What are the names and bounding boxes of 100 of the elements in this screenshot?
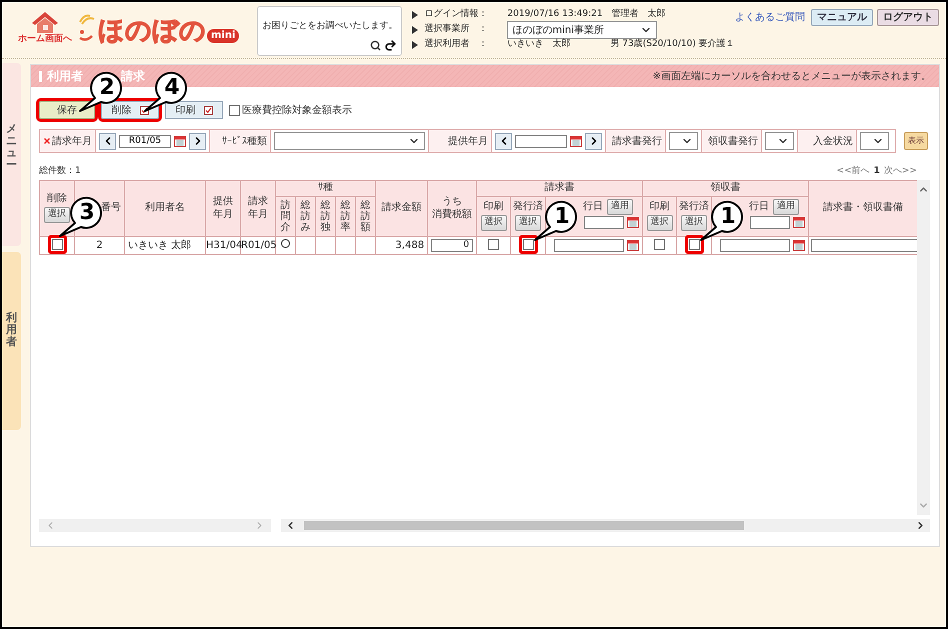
column-header: 総訪独 — [320, 200, 330, 232]
select-field[interactable] — [765, 132, 794, 150]
side-tab[interactable]: 利用者 — [2, 252, 21, 430]
panel-title: 請求 — [121, 68, 145, 85]
column-header: 番号 — [101, 202, 122, 214]
horizontal-scrollbar[interactable] — [281, 518, 930, 532]
checkbox[interactable] — [688, 239, 700, 250]
column-header: 訪問介 — [280, 200, 290, 232]
next-month-button[interactable] — [189, 132, 206, 150]
small-button[interactable]: 適用 — [773, 198, 800, 214]
month-input[interactable]: R01/05 — [119, 134, 171, 148]
checkbox[interactable] — [522, 239, 534, 250]
logout-button[interactable]: ログアウト — [876, 9, 939, 26]
side-tab[interactable]: メニュー — [2, 63, 21, 246]
small-button[interactable]: 適用 — [607, 198, 634, 214]
column-header: 行日 — [749, 200, 770, 212]
panel-title: 利用者 — [47, 68, 83, 85]
checkbox[interactable] — [229, 104, 240, 116]
column-header: 年月 — [213, 209, 233, 220]
select-field[interactable] — [274, 132, 425, 150]
cross-icon — [44, 138, 50, 144]
date-input[interactable] — [750, 216, 790, 228]
filter-label: ｻｰﾋﾞｽ種類 — [221, 134, 268, 148]
month-input[interactable] — [515, 134, 567, 148]
bullet-icon — [412, 41, 418, 49]
column-header: 請求 — [248, 196, 268, 207]
filter-label: 請求書発行 — [611, 134, 663, 148]
date-input[interactable] — [584, 216, 624, 228]
select-field[interactable] — [669, 132, 698, 150]
prev-month-button[interactable] — [99, 132, 116, 150]
pagination-link[interactable]: 次へ>> — [884, 165, 917, 178]
column-group-header: 請求書 — [544, 182, 575, 194]
small-button[interactable]: 選択 — [646, 214, 673, 231]
calendar-icon[interactable] — [793, 240, 806, 250]
column-header: 行日 — [583, 200, 604, 212]
bullet-icon — [412, 11, 418, 19]
search-field[interactable]: お困りごとをお調べいたします。 — [257, 6, 402, 56]
column-header: 請求書・領収書備 — [823, 202, 904, 214]
table-cell: H31/04 — [206, 240, 242, 250]
vertical-scrollbar[interactable] — [917, 180, 930, 514]
bullet-icon — [412, 26, 418, 34]
date-input[interactable] — [720, 238, 790, 252]
home-button[interactable]: ホーム画面へ — [20, 10, 70, 44]
table-cell: 3,488 — [395, 240, 424, 250]
save-button[interactable]: 保存 — [39, 101, 95, 119]
checkbox[interactable] — [654, 239, 666, 250]
checkbox-button[interactable]: 印刷 — [165, 101, 223, 119]
calendar-icon[interactable] — [627, 216, 640, 228]
calendar-icon[interactable] — [793, 216, 806, 228]
small-button[interactable]: 選択 — [515, 214, 542, 231]
date-input[interactable] — [554, 238, 624, 252]
column-group-header: ｻ種 — [318, 182, 334, 194]
search-icon[interactable] — [370, 40, 382, 51]
show-button[interactable]: 表示 — [904, 132, 928, 150]
column-header: 削除 — [47, 193, 67, 205]
redo-arrow-icon[interactable] — [384, 39, 398, 52]
checkbox-label: 医療費控除対象金額表示 — [242, 104, 352, 118]
logo: ほのぼの — [98, 18, 206, 44]
column-header: 消費税額 — [432, 209, 472, 220]
checkbox[interactable] — [52, 239, 62, 250]
select-field[interactable] — [860, 132, 889, 150]
column-group-header: 領収書 — [710, 182, 741, 194]
tax-input[interactable]: 0 — [431, 238, 474, 252]
logo-badge: mini — [207, 29, 240, 43]
pagination-link[interactable]: 1 — [874, 165, 880, 178]
column-header: 印刷 — [484, 201, 504, 213]
pagination-link[interactable]: <<前へ — [836, 165, 870, 178]
small-button[interactable]: 選択 — [681, 214, 708, 231]
calendar-icon[interactable] — [627, 240, 640, 250]
total-count: 総件数：1 — [39, 165, 81, 178]
horizontal-scrollbar[interactable] — [39, 518, 271, 532]
info-value: いきいき 太郎 — [507, 38, 570, 52]
column-header: 発行済 — [679, 201, 710, 213]
column-header: 総訪み — [300, 200, 310, 232]
column-header: 総訪額 — [360, 200, 371, 232]
next-month-button[interactable] — [585, 132, 602, 150]
small-button[interactable]: 選択 — [44, 206, 70, 223]
checkbox[interactable] — [488, 239, 500, 250]
scrollbar-thumb[interactable] — [304, 520, 744, 530]
menu-hint: ※画面左端にカーソルを合わせるとメニューが表示されます。 — [652, 70, 931, 84]
manual-button[interactable]: マニュアル — [810, 9, 873, 26]
column-header: 印刷 — [650, 201, 670, 213]
remarks-input[interactable] — [811, 238, 917, 252]
calendar-icon[interactable] — [570, 136, 582, 146]
checkbox-button[interactable]: 削除 — [101, 101, 159, 119]
select-field[interactable]: ほのぼのmini事業所 — [507, 21, 658, 39]
table-cell: R01/05 — [241, 240, 277, 250]
faq-link[interactable]: よくあるご質問 — [734, 10, 805, 25]
column-header: 提供 — [213, 196, 233, 207]
calendar-icon[interactable] — [174, 136, 186, 146]
column-header: 年月 — [248, 209, 268, 220]
table-cell: 2 — [96, 240, 103, 250]
column-header: 請求金額 — [382, 202, 422, 214]
info-value: 2019/07/16 13:49:21 管理者 太郎 — [507, 8, 666, 22]
column-header: 利用者名 — [145, 202, 185, 214]
table-cell: いきいき 太郎 — [128, 240, 192, 250]
prev-month-button[interactable] — [495, 132, 512, 150]
info-label: ログイン情報： — [424, 8, 488, 22]
info-label: 選択利用者 ： — [424, 38, 488, 52]
small-button[interactable]: 選択 — [480, 214, 507, 231]
